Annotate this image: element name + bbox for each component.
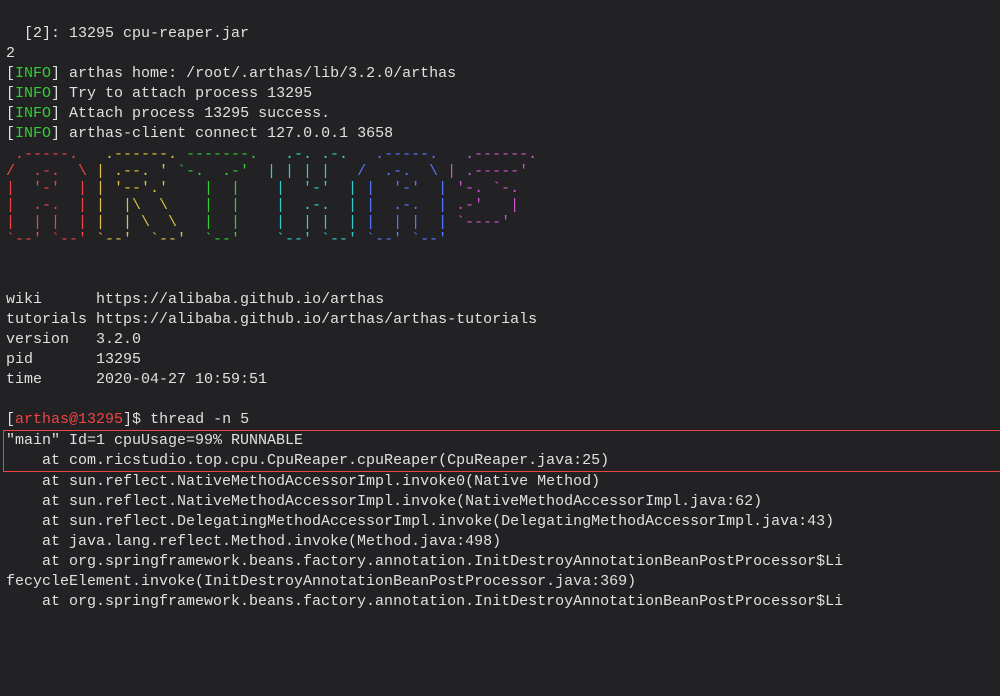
stack-frame-line: at org.springframework.beans.factory.ann… (6, 553, 843, 570)
info-line: [INFO] arthas-client connect 127.0.0.1 3… (6, 125, 393, 142)
prompt-user-host: arthas@13295 (15, 411, 123, 428)
command-input[interactable]: thread -n 5 (150, 411, 249, 428)
stack-frame-line: at com.ricstudio.top.cpu.CpuReaper.cpuRe… (6, 452, 609, 469)
user-selection-line: 2 (6, 45, 15, 62)
info-row-tutorials: tutorials https://alibaba.github.io/arth… (6, 311, 537, 328)
stack-frame-line: at sun.reflect.NativeMethodAccessorImpl.… (6, 473, 600, 490)
command-prompt-line[interactable]: [arthas@13295]$ thread -n 5 (6, 411, 249, 428)
info-row-pid: pid 13295 (6, 351, 141, 368)
arthas-ascii-logo: .-----. .------. -------. .-. .-. .-----… (6, 146, 994, 248)
log-level-info: INFO (15, 125, 51, 142)
info-row-version: version 3.2.0 (6, 331, 141, 348)
highlighted-stack-frame: "main" Id=1 cpuUsage=99% RUNNABLE at com… (3, 430, 1000, 472)
stack-frame-line: at org.springframework.beans.factory.ann… (6, 593, 843, 610)
info-line: [INFO] arthas home: /root/.arthas/lib/3.… (6, 65, 456, 82)
thread-header-line: "main" Id=1 cpuUsage=99% RUNNABLE (6, 432, 303, 449)
stack-frame-continuation: fecycleElement.invoke(InitDestroyAnnotat… (6, 573, 636, 590)
info-line: [INFO] Try to attach process 13295 (6, 85, 312, 102)
info-row-wiki: wiki https://alibaba.github.io/arthas (6, 291, 384, 308)
log-level-info: INFO (15, 85, 51, 102)
process-list-line: [2]: 13295 cpu-reaper.jar (6, 25, 249, 42)
stack-frame-line: at sun.reflect.NativeMethodAccessorImpl.… (6, 493, 762, 510)
stack-frame-line: at sun.reflect.DelegatingMethodAccessorI… (6, 513, 834, 530)
log-level-info: INFO (15, 65, 51, 82)
info-row-time: time 2020-04-27 10:59:51 (6, 371, 267, 388)
terminal-output[interactable]: [2]: 13295 cpu-reaper.jar 2 [INFO] artha… (0, 0, 1000, 616)
stack-frame-line: at java.lang.reflect.Method.invoke(Metho… (6, 533, 501, 550)
log-level-info: INFO (15, 105, 51, 122)
info-line: [INFO] Attach process 13295 success. (6, 105, 330, 122)
